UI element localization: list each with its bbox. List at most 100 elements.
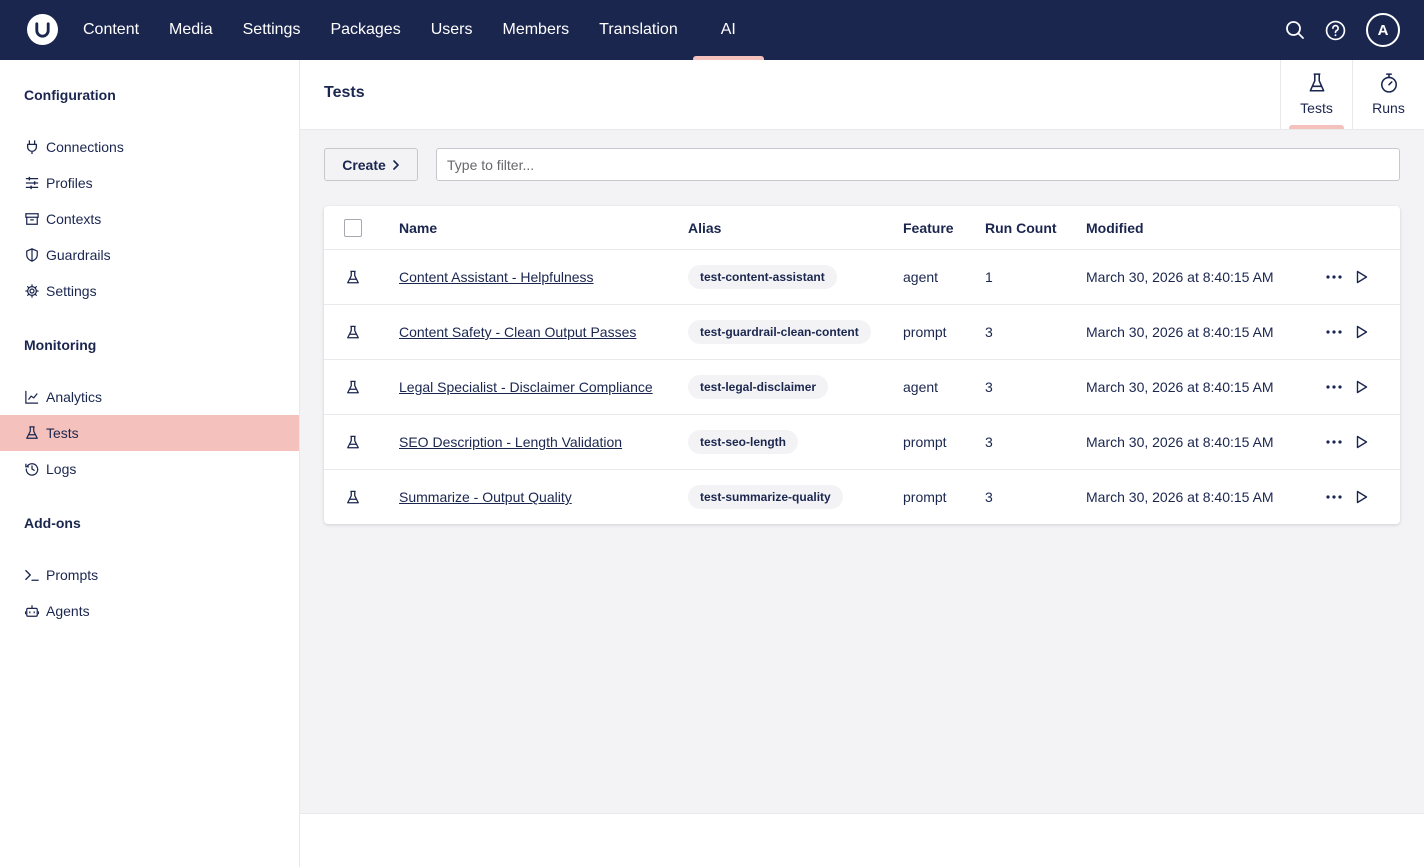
- table-row[interactable]: Content Safety - Clean Output Passes tes…: [324, 304, 1400, 359]
- sidebar-item-label: Tests: [46, 425, 79, 441]
- feature-cell: agent: [903, 269, 939, 285]
- modified-cell: March 30, 2026 at 8:40:15 AM: [1086, 489, 1274, 505]
- sidebar-item-label: Logs: [46, 461, 77, 477]
- main-header: Tests Tests Runs: [300, 60, 1424, 130]
- create-button-label: Create: [342, 156, 386, 173]
- footer-bar: [300, 813, 1424, 867]
- column-header-modified[interactable]: Modified: [1086, 220, 1144, 236]
- test-name-link[interactable]: Content Safety - Clean Output Passes: [399, 324, 636, 340]
- terminal-icon: [24, 567, 40, 583]
- sidebar-item-logs[interactable]: Logs: [0, 451, 299, 487]
- more-actions-icon[interactable]: [1326, 324, 1342, 340]
- play-icon[interactable]: [1354, 269, 1370, 285]
- tab-tests[interactable]: Tests: [1280, 60, 1352, 129]
- more-actions-icon[interactable]: [1326, 489, 1342, 505]
- nav-members[interactable]: Members: [487, 0, 584, 60]
- table-row[interactable]: Summarize - Output Quality test-summariz…: [324, 469, 1400, 524]
- section-nav: Content Media Settings Packages Users Me…: [68, 0, 764, 60]
- modified-cell: March 30, 2026 at 8:40:15 AM: [1086, 269, 1274, 285]
- run-count-cell: 3: [985, 489, 993, 505]
- more-actions-icon[interactable]: [1326, 269, 1342, 285]
- shield-icon: [24, 247, 40, 263]
- play-icon[interactable]: [1354, 489, 1370, 505]
- run-count-cell: 3: [985, 379, 993, 395]
- history-icon: [24, 461, 40, 477]
- sidebar-item-analytics[interactable]: Analytics: [0, 379, 299, 415]
- nav-settings[interactable]: Settings: [228, 0, 316, 60]
- sidebar-item-label: Guardrails: [46, 247, 111, 263]
- sidebar-heading-addons: Add-ons: [24, 515, 81, 531]
- sidebar-item-label: Settings: [46, 283, 97, 299]
- column-header-name[interactable]: Name: [399, 220, 437, 236]
- tab-label: Runs: [1372, 100, 1405, 116]
- table-row[interactable]: Legal Specialist - Disclaimer Compliance…: [324, 359, 1400, 414]
- play-icon[interactable]: [1354, 379, 1370, 395]
- play-icon[interactable]: [1354, 324, 1370, 340]
- sidebar-item-profiles[interactable]: Profiles: [0, 165, 299, 201]
- sidebar-heading-monitoring: Monitoring: [24, 337, 97, 353]
- run-count-cell: 3: [985, 324, 993, 340]
- modified-cell: March 30, 2026 at 8:40:15 AM: [1086, 434, 1274, 450]
- sidebar-item-connections[interactable]: Connections: [0, 129, 299, 165]
- sidebar-item-agents[interactable]: Agents: [0, 593, 299, 629]
- main-content: Tests Tests Runs Create Name Alias Featu…: [300, 60, 1424, 867]
- filter-input[interactable]: [436, 148, 1400, 181]
- more-actions-icon[interactable]: [1326, 434, 1342, 450]
- flask-icon: [346, 325, 360, 340]
- flask-icon: [346, 490, 360, 505]
- alias-badge: test-summarize-quality: [688, 485, 843, 509]
- test-name-link[interactable]: SEO Description - Length Validation: [399, 434, 622, 450]
- column-header-feature[interactable]: Feature: [903, 220, 954, 236]
- nav-translation[interactable]: Translation: [584, 0, 693, 60]
- sidebar-item-contexts[interactable]: Contexts: [0, 201, 299, 237]
- test-name-link[interactable]: Legal Specialist - Disclaimer Compliance: [399, 379, 653, 395]
- sidebar-item-label: Prompts: [46, 567, 99, 583]
- bot-icon: [24, 603, 40, 619]
- column-header-run-count[interactable]: Run Count: [985, 220, 1057, 236]
- chart-line-icon: [24, 389, 40, 405]
- alias-badge: test-guardrail-clean-content: [688, 320, 871, 344]
- nav-content[interactable]: Content: [68, 0, 154, 60]
- select-all-checkbox[interactable]: [344, 218, 362, 237]
- table-header-row: Name Alias Feature Run Count Modified: [324, 206, 1400, 249]
- sidebar-item-label: Analytics: [46, 389, 103, 405]
- flask-icon: [1308, 73, 1326, 96]
- umbraco-logo-icon[interactable]: [27, 14, 58, 45]
- sidebar-item-guardrails[interactable]: Guardrails: [0, 237, 299, 273]
- more-actions-icon[interactable]: [1326, 379, 1342, 395]
- archive-icon: [24, 211, 40, 227]
- gear-icon: [24, 283, 40, 299]
- view-tabs: Tests Runs: [1280, 60, 1424, 129]
- help-icon[interactable]: [1322, 17, 1348, 43]
- sidebar-item-prompts[interactable]: Prompts: [0, 557, 299, 593]
- tab-runs[interactable]: Runs: [1352, 60, 1424, 129]
- top-navigation-bar: Content Media Settings Packages Users Me…: [0, 0, 1424, 60]
- play-icon[interactable]: [1354, 434, 1370, 450]
- table-row[interactable]: Content Assistant - Helpfulness test-con…: [324, 249, 1400, 304]
- sidebar-item-settings[interactable]: Settings: [0, 273, 299, 309]
- chevron-right-icon: [392, 157, 400, 173]
- test-name-link[interactable]: Summarize - Output Quality: [399, 489, 572, 505]
- modified-cell: March 30, 2026 at 8:40:15 AM: [1086, 324, 1274, 340]
- plug-icon: [24, 139, 40, 155]
- modified-cell: March 30, 2026 at 8:40:15 AM: [1086, 379, 1274, 395]
- table-row[interactable]: SEO Description - Length Validation test…: [324, 414, 1400, 469]
- nav-users[interactable]: Users: [416, 0, 488, 60]
- sidebar-item-label: Profiles: [46, 175, 93, 191]
- nav-packages[interactable]: Packages: [315, 0, 415, 60]
- nav-media[interactable]: Media: [154, 0, 228, 60]
- sliders-icon: [24, 175, 40, 191]
- test-name-link[interactable]: Content Assistant - Helpfulness: [399, 269, 594, 285]
- sidebar-item-tests[interactable]: Tests: [0, 415, 299, 451]
- flask-icon: [24, 425, 40, 441]
- column-header-alias[interactable]: Alias: [688, 220, 721, 236]
- search-icon[interactable]: [1282, 17, 1308, 43]
- create-button[interactable]: Create: [324, 148, 418, 181]
- nav-ai[interactable]: AI: [692, 0, 764, 60]
- sidebar: Configuration Connections Profiles Conte…: [0, 60, 300, 867]
- user-avatar[interactable]: A: [1366, 13, 1400, 47]
- sidebar-heading-configuration: Configuration: [24, 87, 116, 103]
- run-count-cell: 1: [985, 269, 993, 285]
- alias-badge: test-seo-length: [688, 430, 799, 454]
- sidebar-item-label: Agents: [46, 603, 90, 619]
